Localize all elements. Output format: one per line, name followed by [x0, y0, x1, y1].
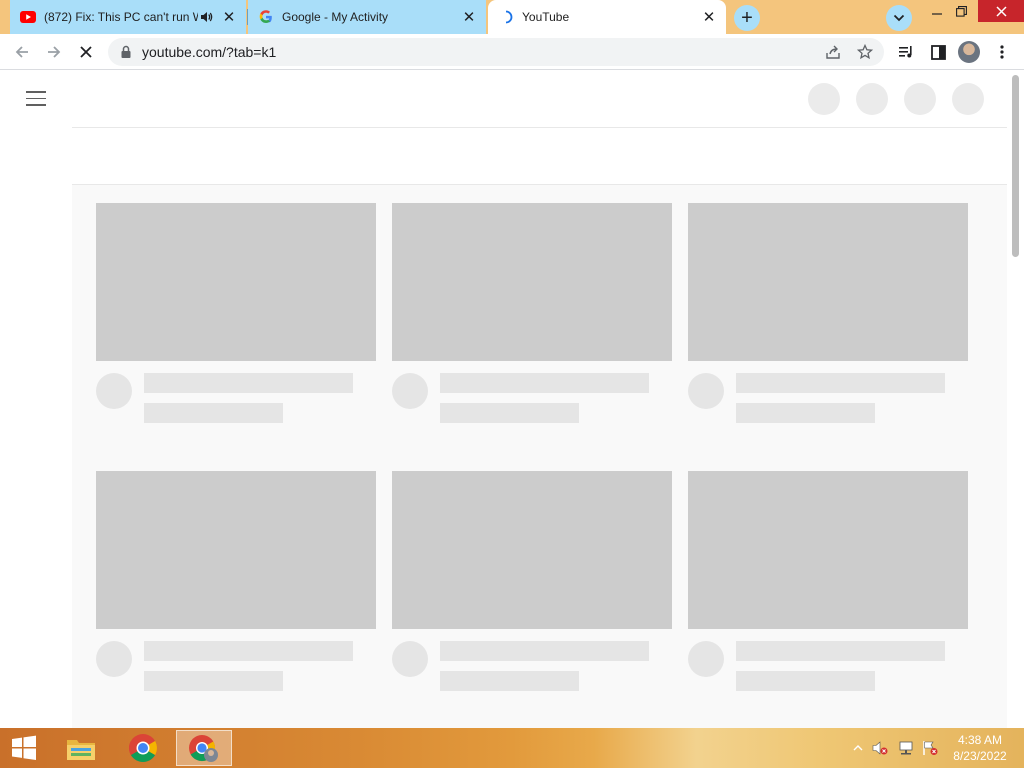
side-panel-icon [930, 44, 946, 60]
meta-placeholder [736, 671, 875, 691]
close-tab-icon[interactable]: ✕ [460, 8, 478, 26]
channel-avatar-placeholder [688, 373, 724, 409]
header-placeholder [952, 83, 984, 115]
header-placeholder [904, 83, 936, 115]
lock-icon[interactable] [120, 45, 132, 59]
chevron-down-icon [893, 14, 905, 22]
chrome-profile-icon [189, 735, 218, 762]
loading-spinner-icon [498, 9, 514, 25]
close-tab-icon[interactable]: ✕ [700, 8, 718, 26]
tab-title: (872) Fix: This PC can't run W [44, 10, 198, 24]
bookmark-star-icon[interactable] [856, 43, 874, 61]
browser-menu-button[interactable] [988, 38, 1016, 66]
address-bar[interactable]: youtube.com/?tab=k1 [108, 38, 884, 66]
file-explorer-icon [67, 740, 95, 760]
thumbnail-placeholder [392, 471, 672, 629]
google-icon [258, 9, 274, 25]
share-icon[interactable] [824, 43, 842, 61]
meta-placeholder [440, 403, 579, 423]
title-placeholder [736, 641, 945, 661]
menu-icon[interactable] [26, 91, 46, 106]
title-placeholder [440, 373, 649, 393]
title-placeholder [144, 641, 353, 661]
chrome-taskbar-button[interactable] [115, 730, 171, 766]
more-vert-icon [1000, 45, 1004, 59]
start-button[interactable] [0, 730, 48, 766]
title-placeholder [144, 373, 353, 393]
tab-youtube-video[interactable]: (872) Fix: This PC can't run W ✕ [10, 0, 246, 34]
chrome-icon [129, 734, 157, 762]
header-placeholder [808, 83, 840, 115]
scrollbar-thumb[interactable] [1012, 75, 1019, 257]
system-clock[interactable]: 4:38 AM 8/23/2022 [948, 732, 1012, 764]
thumbnail-placeholder [96, 471, 376, 629]
clock-time: 4:38 AM [957, 733, 1003, 747]
forward-button[interactable] [40, 38, 68, 66]
channel-avatar-placeholder [96, 373, 132, 409]
clock-date: 8/23/2022 [953, 749, 1007, 763]
close-window-button[interactable] [978, 0, 1024, 22]
action-center-icon[interactable] [922, 740, 938, 756]
windows-taskbar: 4:38 AM 8/23/2022 [0, 728, 1024, 768]
stop-loading-button[interactable] [72, 38, 100, 66]
thumbnail-placeholder [96, 203, 376, 361]
header-placeholder [856, 83, 888, 115]
channel-avatar-placeholder [96, 641, 132, 677]
close-icon [80, 46, 92, 58]
network-icon[interactable] [898, 740, 914, 756]
tab-search-button[interactable] [886, 5, 912, 31]
thumbnail-placeholder [688, 471, 968, 629]
media-queue-icon [899, 46, 912, 58]
thumbnail-placeholder [392, 203, 672, 361]
tab-strip: (872) Fix: This PC can't run W ✕ Google … [0, 0, 1024, 34]
chrome-profile-taskbar-button[interactable] [176, 730, 232, 766]
profile-avatar[interactable] [958, 41, 980, 63]
windows-logo-icon [12, 735, 36, 760]
tab-title: YouTube [522, 10, 570, 24]
meta-placeholder [144, 671, 283, 691]
back-arrow-icon [15, 46, 28, 58]
meta-placeholder [440, 671, 579, 691]
title-placeholder [736, 373, 945, 393]
youtube-page [0, 71, 1024, 728]
channel-avatar-placeholder [392, 373, 428, 409]
back-button[interactable] [8, 38, 36, 66]
meta-placeholder [736, 403, 875, 423]
meta-placeholder [144, 403, 283, 423]
speaker-icon[interactable] [198, 9, 214, 25]
video-feed [72, 185, 1007, 728]
close-tab-icon[interactable]: ✕ [220, 8, 238, 26]
thumbnail-placeholder [688, 203, 968, 361]
chip-bar-placeholder [72, 127, 1007, 185]
youtube-icon [20, 9, 36, 25]
forward-arrow-icon [48, 46, 61, 58]
tab-google-activity[interactable]: Google - My Activity ✕ [248, 0, 486, 34]
media-control-button[interactable] [892, 38, 920, 66]
channel-avatar-placeholder [688, 641, 724, 677]
tab-youtube[interactable]: YouTube ✕ [488, 0, 726, 34]
page-scrollbar[interactable] [1007, 71, 1024, 728]
title-placeholder [440, 641, 649, 661]
volume-muted-icon[interactable] [872, 740, 888, 756]
tab-title: Google - My Activity [282, 10, 389, 24]
channel-avatar-placeholder [392, 641, 428, 677]
url-text[interactable]: youtube.com/?tab=k1 [142, 38, 276, 66]
restore-button[interactable] [946, 0, 976, 22]
file-explorer-taskbar-button[interactable] [53, 730, 109, 766]
new-tab-button[interactable]: + [734, 5, 760, 31]
show-hidden-icons-chevron-icon[interactable] [850, 740, 866, 756]
browser-toolbar: youtube.com/?tab=k1 [0, 34, 1024, 70]
side-panel-button[interactable] [924, 38, 952, 66]
